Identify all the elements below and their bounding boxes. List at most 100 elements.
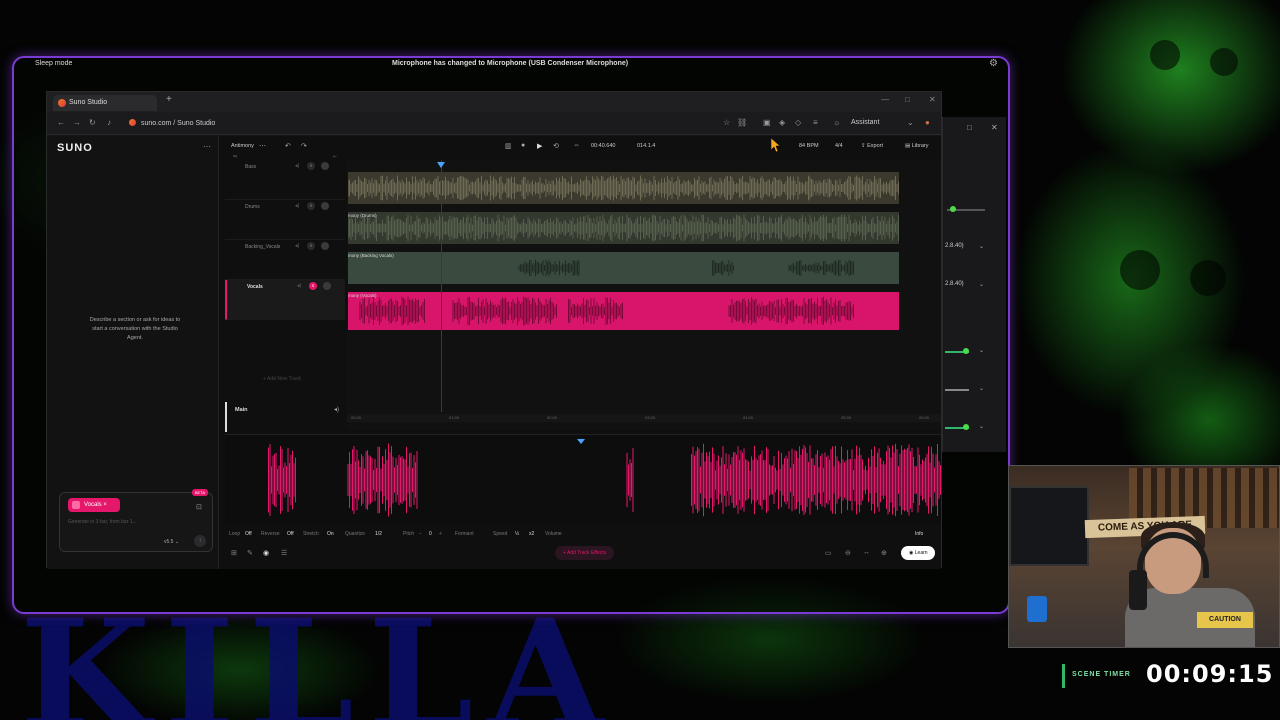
- learn-button[interactable]: ◉ Learn: [901, 546, 935, 560]
- maximize-icon[interactable]: □: [967, 123, 972, 132]
- solo-button[interactable]: S: [309, 282, 317, 290]
- composer-input[interactable]: Generate in 3-bar, from bar 1...: [68, 519, 137, 525]
- clip-vocals[interactable]: mony (Vocals): [348, 292, 899, 330]
- save-icon[interactable]: ▭: [825, 549, 832, 557]
- speed-double-button[interactable]: x2: [529, 531, 534, 537]
- pencil-icon[interactable]: ✎: [247, 549, 253, 557]
- arm-button[interactable]: [321, 242, 329, 250]
- stretch-toggle[interactable]: On: [327, 531, 334, 537]
- new-tab-plus-icon[interactable]: +: [166, 94, 172, 105]
- minimize-icon[interactable]: —: [881, 95, 889, 104]
- chevron-down-icon[interactable]: ⌄: [979, 243, 984, 250]
- info-button[interactable]: Info: [915, 531, 923, 537]
- library-button[interactable]: ▤ Library: [905, 143, 929, 149]
- arm-button[interactable]: [321, 162, 329, 170]
- add-track-effects-button[interactable]: + Add Track Effects: [555, 546, 615, 560]
- agent-composer[interactable]: BETA Vocals × ⊡ Generate in 3-bar, from …: [59, 489, 213, 552]
- chevron-down-icon[interactable]: ⌄: [979, 281, 984, 288]
- track-header-vocals[interactable]: Vocals ◂) S: [225, 280, 345, 320]
- undo-icon[interactable]: ↶: [285, 142, 291, 150]
- playhead-marker[interactable]: [437, 162, 445, 168]
- microphone-icon[interactable]: ♪: [107, 118, 111, 127]
- maximize-icon[interactable]: □: [905, 95, 910, 104]
- volume-slider[interactable]: [945, 389, 969, 391]
- extension-icon[interactable]: ◈: [779, 118, 785, 127]
- redo-icon[interactable]: ↷: [301, 142, 307, 150]
- quantize-select[interactable]: 1/2: [375, 531, 382, 537]
- main-bus-header[interactable]: Main ◂): [225, 402, 347, 432]
- metronome-icon[interactable]: ▥: [505, 142, 512, 150]
- zoom-in-icon[interactable]: ⊕: [881, 549, 887, 557]
- chevron-down-icon[interactable]: ⌄: [907, 118, 914, 127]
- assistant-button[interactable]: Assistant: [851, 119, 879, 126]
- extension-icon[interactable]: ☼: [833, 118, 840, 127]
- sleep-mode-label[interactable]: Sleep mode: [35, 60, 72, 67]
- play-icon[interactable]: ▶: [537, 142, 542, 150]
- bpm-display[interactable]: 84 BPM: [799, 143, 819, 149]
- zoom-out-icon[interactable]: ⊖: [845, 549, 851, 557]
- scrub-icon[interactable]: ⇔: [573, 142, 580, 149]
- loop-toggle[interactable]: Off: [245, 531, 252, 537]
- gear-icon[interactable]: ⚙: [989, 58, 998, 69]
- list-icon[interactable]: ☰: [281, 549, 287, 557]
- grid-icon[interactable]: ⊞: [231, 549, 237, 557]
- vocals-chip[interactable]: Vocals ×: [68, 498, 120, 512]
- chevron-down-icon[interactable]: ⌄: [979, 347, 984, 354]
- export-button[interactable]: ⇪ Export: [861, 143, 883, 149]
- more-icon[interactable]: ⋯: [203, 142, 211, 151]
- star-icon[interactable]: ☆: [723, 118, 730, 127]
- pointer-icon[interactable]: ◉: [263, 549, 269, 557]
- avatar[interactable]: ●: [925, 118, 930, 127]
- reverse-toggle[interactable]: Off: [287, 531, 294, 537]
- playhead-marker[interactable]: [577, 439, 585, 444]
- timeline-minimap[interactable]: 00:00 01:00 02:00 03:00 04:00 05:00 06:0…: [347, 414, 941, 422]
- track-header-backing-vocals[interactable]: Backing_Vocals ◂) S: [225, 240, 345, 280]
- volume-slider-knob[interactable]: [950, 206, 956, 212]
- suno-logo[interactable]: SUNO: [57, 142, 93, 154]
- speaker-icon[interactable]: ◂): [295, 203, 299, 209]
- clip-bass[interactable]: [348, 172, 899, 204]
- solo-button[interactable]: S: [307, 242, 315, 250]
- clip-drums[interactable]: mony (Drums): [348, 212, 899, 244]
- solo-button[interactable]: S: [307, 202, 315, 210]
- extension-icon[interactable]: ▣: [763, 118, 771, 127]
- forward-arrow-icon[interactable]: →: [73, 118, 81, 127]
- fit-icon[interactable]: ↔: [863, 549, 870, 556]
- add-new-track-button[interactable]: + Add New Track: [263, 376, 301, 382]
- more-icon[interactable]: ⋯: [259, 142, 266, 150]
- record-icon[interactable]: ●: [521, 142, 525, 149]
- loop-icon[interactable]: ⟲: [553, 142, 559, 150]
- url-field[interactable]: suno.com / Suno Studio: [129, 119, 215, 127]
- close-icon[interactable]: ✕: [991, 123, 998, 132]
- speaker-icon[interactable]: ◂): [295, 243, 299, 249]
- volume-slider-knob[interactable]: [963, 424, 969, 430]
- arrangement-timeline[interactable]: mony (Drums) mony (Backing Vocals) mony …: [347, 160, 941, 430]
- attach-icon[interactable]: ⊡: [196, 503, 202, 511]
- reload-icon[interactable]: ↻: [89, 118, 96, 127]
- playhead[interactable]: [441, 160, 442, 412]
- model-select[interactable]: v5.5 ⌄: [164, 539, 179, 545]
- speaker-icon[interactable]: ◂): [334, 406, 339, 413]
- volume-slider-knob[interactable]: [963, 348, 969, 354]
- chevron-down-icon[interactable]: ⌄: [979, 385, 984, 392]
- send-button[interactable]: ↑: [194, 535, 206, 547]
- link-icon[interactable]: ⛓: [737, 118, 747, 127]
- close-icon[interactable]: ✕: [929, 95, 936, 104]
- arm-button[interactable]: [323, 282, 331, 290]
- speaker-icon[interactable]: ◂): [295, 163, 299, 169]
- extension-icon[interactable]: ≡: [813, 118, 818, 127]
- speed-half-button[interactable]: ½: [515, 531, 519, 537]
- chevron-down-icon[interactable]: ⌄: [979, 423, 984, 430]
- time-signature[interactable]: 4/4: [835, 143, 843, 149]
- arm-button[interactable]: [321, 202, 329, 210]
- pitch-decrement[interactable]: −: [419, 531, 422, 537]
- clip-detail-waveform[interactable]: [225, 434, 941, 524]
- pitch-increment[interactable]: +: [439, 531, 442, 537]
- track-header-bass[interactable]: Bass ◂) S: [225, 160, 345, 200]
- clip-backing-vocals[interactable]: mony (Backing Vocals): [348, 252, 899, 284]
- solo-button[interactable]: S: [307, 162, 315, 170]
- track-header-drums[interactable]: Drums ◂) S: [225, 200, 345, 240]
- back-arrow-icon[interactable]: ←: [57, 118, 65, 127]
- speaker-icon[interactable]: ◂): [297, 283, 301, 289]
- tab-suno-studio[interactable]: Suno Studio: [53, 95, 157, 111]
